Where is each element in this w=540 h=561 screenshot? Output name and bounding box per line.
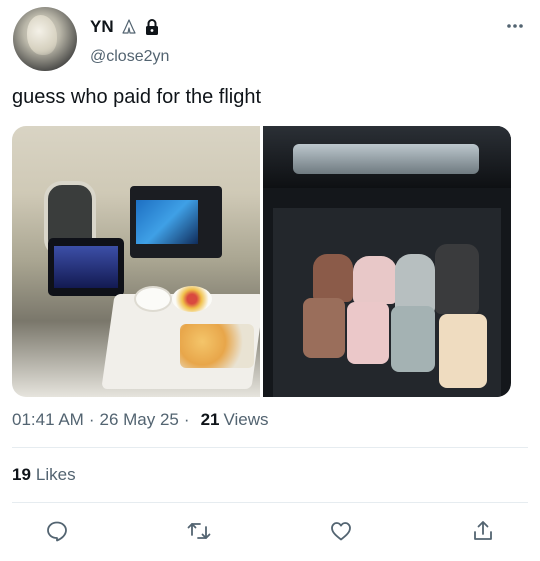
avatar[interactable] <box>13 7 77 71</box>
tweet-date[interactable]: 26 May 25 <box>100 410 179 430</box>
share-icon[interactable] <box>468 517 498 545</box>
photo-airplane-cabin[interactable] <box>12 126 260 397</box>
rear-glass <box>293 144 479 174</box>
like-icon[interactable] <box>326 517 356 545</box>
seat-screen <box>136 200 198 244</box>
likes-count: 19 <box>12 465 31 484</box>
meta-separator: · <box>183 410 190 429</box>
meta-separator: · <box>88 410 95 429</box>
tweet-text: guess who paid for the flight <box>12 86 262 108</box>
views-count: 21 <box>200 410 220 429</box>
tweet-time[interactable]: 01:41 AM <box>12 410 84 430</box>
divider <box>12 447 528 448</box>
meal-plate <box>180 324 254 368</box>
suitcase <box>347 302 389 364</box>
suitcase <box>303 298 345 358</box>
avatar-flowers <box>27 15 57 55</box>
display-name[interactable]: YN <box>90 17 114 37</box>
praying-hands-icon <box>120 18 138 36</box>
photo-car-trunk-luggage[interactable] <box>263 126 511 397</box>
tweet-media <box>12 126 511 397</box>
lock-icon <box>144 18 160 36</box>
more-options-icon[interactable] <box>504 18 526 34</box>
divider <box>12 502 528 503</box>
action-bar <box>0 505 540 557</box>
tweet-meta: 01:41 AM · 26 May 25 · 21 Views <box>12 410 269 430</box>
views-label: Views <box>223 410 269 429</box>
suitcase <box>391 306 435 372</box>
duffel-bag <box>435 244 479 314</box>
duffel-bag <box>353 256 397 304</box>
tablet-screen <box>54 246 118 288</box>
likes-label: Likes <box>35 465 76 484</box>
duffel-bag <box>313 254 353 302</box>
user-name-row: YN <box>90 17 160 37</box>
cup <box>134 286 172 312</box>
duffel-bag <box>395 254 435 314</box>
suitcase <box>439 314 487 388</box>
retweet-icon[interactable] <box>184 517 214 545</box>
fruit-bowl <box>172 286 212 312</box>
reply-icon[interactable] <box>42 517 72 545</box>
user-handle[interactable]: @close2yn <box>90 48 169 66</box>
likes-summary[interactable]: 19 Likes <box>12 465 76 485</box>
